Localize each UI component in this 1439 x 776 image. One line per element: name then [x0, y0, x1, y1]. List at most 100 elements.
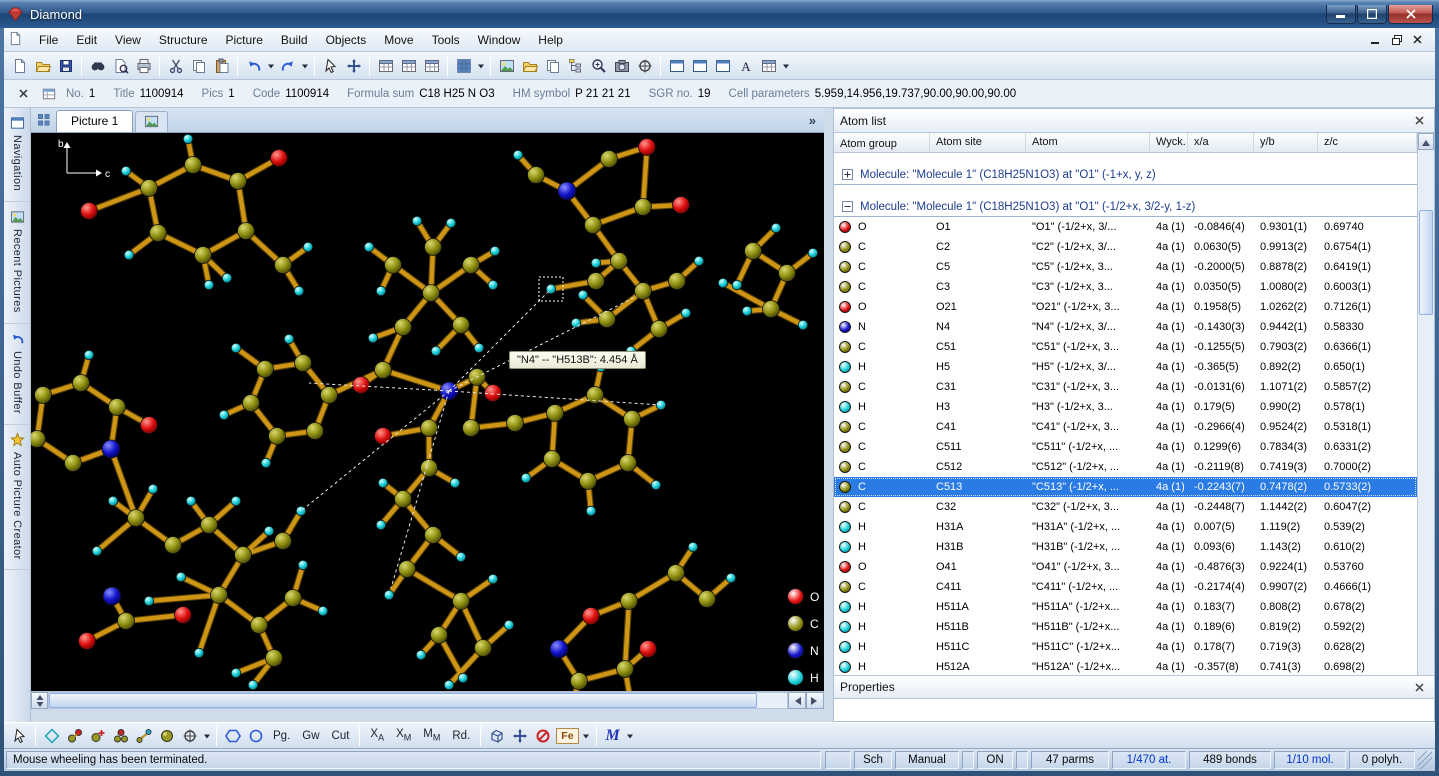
print-icon[interactable]	[132, 55, 155, 77]
mdi-minimize-button[interactable]	[1366, 32, 1385, 48]
molecule-group-row[interactable]: Molecule: "Molecule 1" (C18H25N1O3) at "…	[834, 153, 1417, 185]
collapse-icon[interactable]	[842, 201, 853, 212]
move-icon[interactable]	[508, 725, 531, 747]
close-button[interactable]	[1388, 5, 1433, 24]
window-layout-1-icon[interactable]	[665, 55, 688, 77]
font-icon[interactable]: A	[734, 55, 757, 77]
menu-item-edit[interactable]: Edit	[67, 29, 106, 51]
table-all-icon[interactable]	[420, 55, 443, 77]
zoom-in-icon[interactable]	[587, 55, 610, 77]
toolbar-button-xm[interactable]: XM	[390, 726, 417, 744]
splitter-spin-control[interactable]	[31, 692, 48, 709]
sidebar-tab-navigation[interactable]: Navigation	[4, 108, 30, 202]
atom-row-h5[interactable]: HH5"H5" (-1/2+x, 3/...4a (1)-0.365(5)0.8…	[834, 357, 1417, 377]
pan-icon[interactable]	[342, 55, 365, 77]
scroll-right-icon[interactable]	[806, 692, 824, 709]
atom-row-c5[interactable]: CC5"C5" (-1/2+x, 3...4a (1)-0.2000(5)0.8…	[834, 257, 1417, 277]
column-header-atom-group[interactable]: Atom group	[834, 133, 930, 152]
menu-item-help[interactable]: Help	[529, 29, 572, 51]
maximize-button[interactable]	[1357, 5, 1387, 24]
toolbar-button-xa[interactable]: XA	[364, 726, 390, 744]
table-atoms-icon[interactable]	[374, 55, 397, 77]
dropdown-icon[interactable]	[625, 725, 636, 747]
atom-row-h31a[interactable]: HH31A"H31A" (-1/2+x, ...4a (1)0.007(5)1.…	[834, 517, 1417, 537]
forbid-icon[interactable]	[531, 725, 554, 747]
atom-pair-icon[interactable]	[63, 725, 86, 747]
save-icon[interactable]	[54, 55, 77, 77]
menu-item-structure[interactable]: Structure	[150, 29, 217, 51]
toolbar-button-mm[interactable]: MM	[417, 726, 446, 744]
grid-dropdown-icon[interactable]	[475, 55, 486, 77]
atom-group-icon[interactable]	[109, 725, 132, 747]
close-icon[interactable]	[1410, 679, 1428, 695]
new-document-icon[interactable]	[8, 55, 31, 77]
menu-item-window[interactable]: Window	[469, 29, 530, 51]
atom-row-n4[interactable]: NN4"N4" (-1/2+x, 3/...4a (1)-0.1430(3)0.…	[834, 317, 1417, 337]
open-file-icon[interactable]	[31, 55, 54, 77]
molecule-group-row[interactable]: Molecule: "Molecule 1" (C18H25N1O3) at "…	[834, 185, 1417, 217]
tab-list-icon[interactable]	[34, 110, 54, 130]
toolbar-button-pg[interactable]: Pg.	[267, 728, 296, 744]
menu-item-view[interactable]: View	[106, 29, 150, 51]
column-header-x-a[interactable]: x/a	[1188, 133, 1254, 152]
resize-grip[interactable]	[1418, 751, 1432, 769]
dropdown-icon[interactable]	[581, 725, 592, 747]
coordination-sphere-icon[interactable]	[155, 725, 178, 747]
column-header-atom-site[interactable]: Atom site	[930, 133, 1026, 152]
sidebar-tab-undo-buffer[interactable]: Undo Buffer	[4, 324, 30, 425]
dropdown-icon[interactable]	[201, 725, 212, 747]
tab-overflow-chevron[interactable]: »	[809, 113, 816, 128]
polyhedron-icon[interactable]	[221, 725, 244, 747]
column-header-atom[interactable]: Atom	[1026, 133, 1150, 152]
copy-icon[interactable]	[187, 55, 210, 77]
undo-dropdown-icon[interactable]	[265, 55, 276, 77]
close-datasheet-icon[interactable]	[14, 85, 32, 103]
more-dropdown-icon[interactable]	[780, 55, 791, 77]
datasheet-icon[interactable]	[40, 85, 58, 103]
navigator-icon[interactable]	[633, 55, 656, 77]
select-pointer-icon[interactable]	[8, 725, 31, 747]
print-preview-icon[interactable]	[109, 55, 132, 77]
column-header-z-c[interactable]: z/c	[1318, 133, 1417, 152]
atom-row-c51[interactable]: CC51"C51" (-1/2+x, 3...4a (1)-0.1255(5)0…	[834, 337, 1417, 357]
table-bonds-icon[interactable]	[397, 55, 420, 77]
column-header-y-b[interactable]: y/b	[1254, 133, 1318, 152]
molecule-mode-button[interactable]: M	[601, 727, 625, 745]
atom-row-o1[interactable]: OO1"O1" (-1/2+x, 3/...4a (1)-0.0846(4)0.…	[834, 217, 1417, 237]
paste-icon[interactable]	[210, 55, 233, 77]
atom-row-o21[interactable]: OO21"O21" (-1/2+x, 3...4a (1)0.1958(5)1.…	[834, 297, 1417, 317]
atom-row-c513[interactable]: CC513"C513" (-1/2+x, ...4a (1)-0.2243(7)…	[834, 477, 1417, 497]
menu-item-build[interactable]: Build	[272, 29, 317, 51]
menu-item-file[interactable]: File	[30, 29, 67, 51]
close-icon[interactable]	[1410, 113, 1428, 129]
cut-icon[interactable]	[164, 55, 187, 77]
atom-row-h3[interactable]: HH3"H3" (-1/2+x, 3...4a (1)0.179(5)0.990…	[834, 397, 1417, 417]
target-icon[interactable]	[178, 725, 201, 747]
menu-item-objects[interactable]: Objects	[317, 29, 376, 51]
toolbar-button-cut[interactable]: Cut	[326, 728, 356, 744]
undo-icon[interactable]	[242, 55, 265, 77]
hscroll-thumb[interactable]	[49, 693, 757, 708]
scroll-up-icon[interactable]	[1418, 133, 1434, 150]
redo-dropdown-icon[interactable]	[299, 55, 310, 77]
ring-icon[interactable]	[244, 725, 267, 747]
atom-row-c411[interactable]: CC411"C411" (-1/2+x, ...4a (1)-0.2174(4)…	[834, 577, 1417, 597]
minimize-button[interactable]	[1326, 5, 1356, 24]
open-picture-icon[interactable]	[518, 55, 541, 77]
camera-icon[interactable]	[610, 55, 633, 77]
grid-view-icon[interactable]	[452, 55, 475, 77]
molecule-rendering[interactable]: bc	[31, 133, 824, 691]
atom-row-h511a[interactable]: HH511A"H511A" (-1/2+x...4a (1)0.183(7)0.…	[834, 597, 1417, 617]
atom-row-c512[interactable]: CC512"C512" (-1/2+x, ...4a (1)-0.2119(8)…	[834, 457, 1417, 477]
sidebar-tab-recent-pictures[interactable]: Recent Pictures	[4, 202, 30, 324]
expand-icon[interactable]	[842, 169, 853, 180]
sidebar-tab-auto-picture-creator[interactable]: Auto Picture Creator	[4, 425, 30, 571]
atom-row-c32[interactable]: CC32"C32" (-1/2+x, 3...4a (1)-0.2448(7)1…	[834, 497, 1417, 517]
atom-row-h512a[interactable]: HH512A"H512A" (-1/2+x...4a (1)-0.357(8)0…	[834, 657, 1417, 677]
hscroll-track[interactable]	[48, 692, 788, 709]
column-header-wyck-[interactable]: Wyck.	[1150, 133, 1188, 152]
redo-icon[interactable]	[276, 55, 299, 77]
mdi-close-button[interactable]	[1408, 32, 1427, 48]
atom-row-c511[interactable]: CC511"C511" (-1/2+x, ...4a (1)0.1299(6)0…	[834, 437, 1417, 457]
atom-row-h511c[interactable]: HH511C"H511C" (-1/2+x...4a (1)0.178(7)0.…	[834, 637, 1417, 657]
